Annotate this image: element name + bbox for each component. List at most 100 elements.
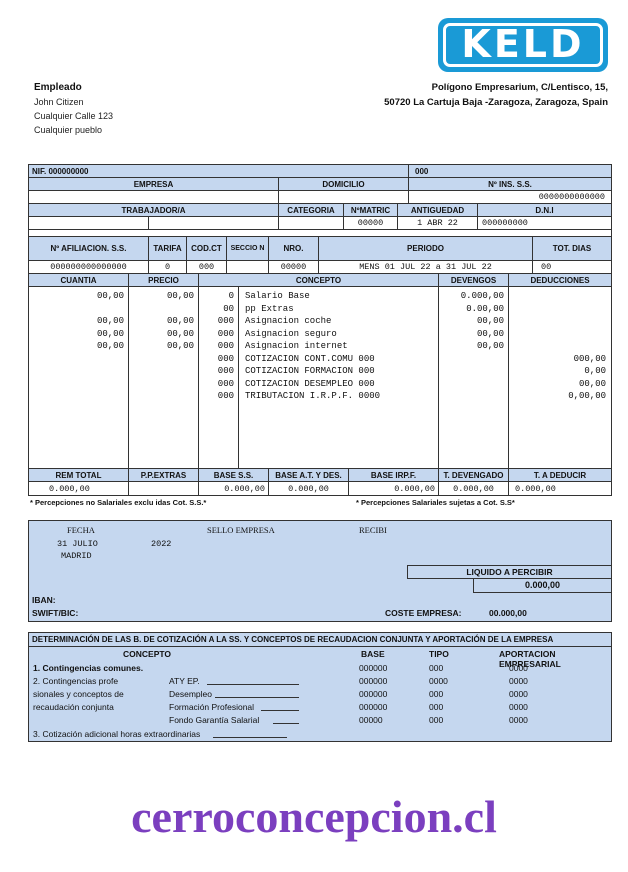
item-devengo: 0.00,00 — [466, 303, 504, 314]
coste-label: COSTE EMPRESA: — [385, 608, 462, 618]
item-code: 000 — [217, 341, 234, 351]
base-irpf-value: 0.000,00 — [349, 482, 439, 495]
item-code: 00 — [223, 303, 234, 314]
col-concepto — [239, 287, 439, 468]
col-devengos — [439, 287, 509, 468]
matric-value: 00000 — [344, 217, 398, 229]
empresa-value — [29, 191, 279, 203]
tarifa-header: TARIFA — [149, 237, 187, 260]
empresa-header-row: EMPRESA DOMICILIO Nº INS. S.S. — [29, 178, 611, 191]
pp-extras-header: P.P.EXTRAS — [129, 469, 199, 481]
item-concepto: pp Extras — [245, 303, 294, 314]
item-deduccion: 0,00 — [584, 366, 606, 376]
empresa-value-row: 0000000000000 — [29, 191, 611, 204]
company-address-line2: 50720 La Cartuja Baja -Zaragoza, Zaragoz… — [384, 97, 608, 108]
det-tipo: 000 — [429, 689, 444, 699]
logo-text: KELD — [461, 22, 585, 66]
afiliacion-value-row: 000000000000000 0 000 00000 MENS 01 JUL … — [29, 261, 611, 274]
date-year: 2022 — [151, 539, 172, 549]
col-cuantia — [29, 287, 129, 468]
devengos-header: DEVENGOS — [439, 274, 509, 286]
trabajador-header-row: TRABAJADOR/A CATEGORIA NºMATRIC ANTIGUED… — [29, 204, 611, 217]
domicilio-header: DOMICILIO — [279, 178, 409, 190]
item-concepto: Asignacion internet — [245, 341, 348, 351]
precio-header: PRECIO — [129, 274, 199, 286]
item-cuantia: 00,00 — [96, 316, 124, 326]
pp-extras-value — [129, 482, 199, 495]
det-tipo: 000 — [429, 663, 444, 673]
nif-label: NIF. 000000000 — [29, 165, 409, 177]
base-aty-value: 0.000,00 — [269, 482, 349, 495]
item-code: 0 — [228, 291, 234, 301]
note-left: * Percepciones no Salariales exclu idas … — [30, 498, 207, 507]
det-tipo: 000 — [429, 715, 444, 725]
item-code: 000 — [217, 391, 234, 401]
iban-label: IBAN: — [32, 595, 56, 605]
item-cuantia: 00,00 — [96, 291, 124, 301]
periodo-header: PERIODO — [319, 237, 533, 260]
date-day: 31 JULIO — [57, 539, 98, 549]
domicilio-value — [279, 191, 409, 203]
t-devengado-header: T. DEVENGADO — [439, 469, 509, 481]
trabajador-value — [29, 217, 149, 229]
categoria-value — [279, 217, 344, 229]
company-address-line1: Polígono Empresarium, C/Lentisco, 15, — [431, 82, 608, 93]
swift-label: SWIFT/BIC: — [32, 608, 79, 618]
dni-value: 000000000 — [482, 218, 528, 228]
dni-header: D.N.I — [478, 204, 611, 216]
det-base: 000000 — [359, 702, 388, 712]
h-base: BASE — [361, 649, 385, 659]
determinacion-box: DETERMINACIÓN DE LAS B. DE COTIZACIÓN A … — [28, 632, 612, 742]
item-concepto: Asignacion coche — [245, 316, 332, 326]
employee-town: Cualquier pueblo — [34, 125, 103, 135]
antiguedad-header: ANTIGUEDAD — [398, 204, 478, 216]
determinacion-divider — [29, 646, 611, 647]
base-ss-value: 0.000,00 — [199, 482, 269, 495]
t-devengado-value: 0.000,00 — [439, 482, 509, 495]
tarifa-value: 0 — [149, 261, 187, 273]
c1-label: 1. Contingencias comunes. — [33, 663, 144, 673]
item-precio: 00,00 — [166, 316, 194, 326]
aty-label: ATY EP. — [169, 676, 200, 686]
det-base: 000000 — [359, 663, 388, 673]
item-precio: 00,00 — [166, 341, 194, 351]
formacion-fill-line — [261, 710, 299, 711]
item-cuantia: 00,00 — [96, 328, 124, 339]
antiguedad-value: 1 ABR 22 — [398, 217, 478, 229]
item-code: 000 — [217, 328, 234, 339]
determinacion-title: DETERMINACIÓN DE LAS B. DE COTIZACIÓN A … — [32, 635, 554, 644]
item-devengo: 00,00 — [476, 328, 504, 339]
col-precio — [129, 287, 199, 468]
trabajador-value-2 — [149, 217, 279, 229]
formacion-label: Formación Profesional — [169, 702, 255, 712]
c2c-label: recaudación conjunta — [33, 702, 114, 712]
items-body: 00,00 00,00 0 Salario Base 0.000,00 00 pp Extr… — [29, 287, 611, 469]
item-devengo: 00,00 — [476, 341, 504, 351]
totdias-header: TOT. DIAS — [533, 237, 611, 260]
col-code — [199, 287, 239, 468]
liquido-value: 0.000,00 — [473, 579, 611, 593]
item-code: 000 — [217, 378, 234, 389]
coste-value: 00.000,00 — [489, 608, 527, 618]
nif-value: 000 — [415, 166, 429, 176]
ins-ss-value: 0000000000000 — [538, 192, 605, 202]
det-base: 000000 — [359, 676, 388, 686]
totals-value-row: 0.000,00 0.000,00 0.000,00 0.000,00 0.00… — [29, 482, 611, 495]
sello-label: SELLO EMPRESA — [207, 525, 275, 535]
base-ss-header: BASE S.S. — [199, 469, 269, 481]
item-deduccion: 000,00 — [573, 353, 606, 364]
item-concepto: Asignacion seguro — [245, 328, 337, 339]
det-base: 00000 — [359, 715, 383, 725]
watermark: cerroconcepcion.cl — [131, 791, 497, 842]
det-aport: 0000 — [509, 676, 528, 686]
periodo-value: MENS 01 JUL 22 a 31 JUL 22 — [319, 261, 533, 273]
cuantia-header: CUANTIA — [29, 274, 129, 286]
fondo-label: Fondo Garantía Salarial — [169, 715, 260, 725]
item-code: 000 — [217, 316, 234, 326]
c3-fill-line — [213, 737, 287, 738]
nro-value: 00000 — [269, 261, 319, 273]
item-cuantia: 00,00 — [96, 341, 124, 351]
payslip-grid: NIF. 000000000 000 EMPRESA DOMICILIO Nº … — [28, 164, 612, 496]
c2a-label: 2. Contingencias profe — [33, 676, 119, 686]
categoria-header: CATEGORIA — [279, 204, 344, 216]
